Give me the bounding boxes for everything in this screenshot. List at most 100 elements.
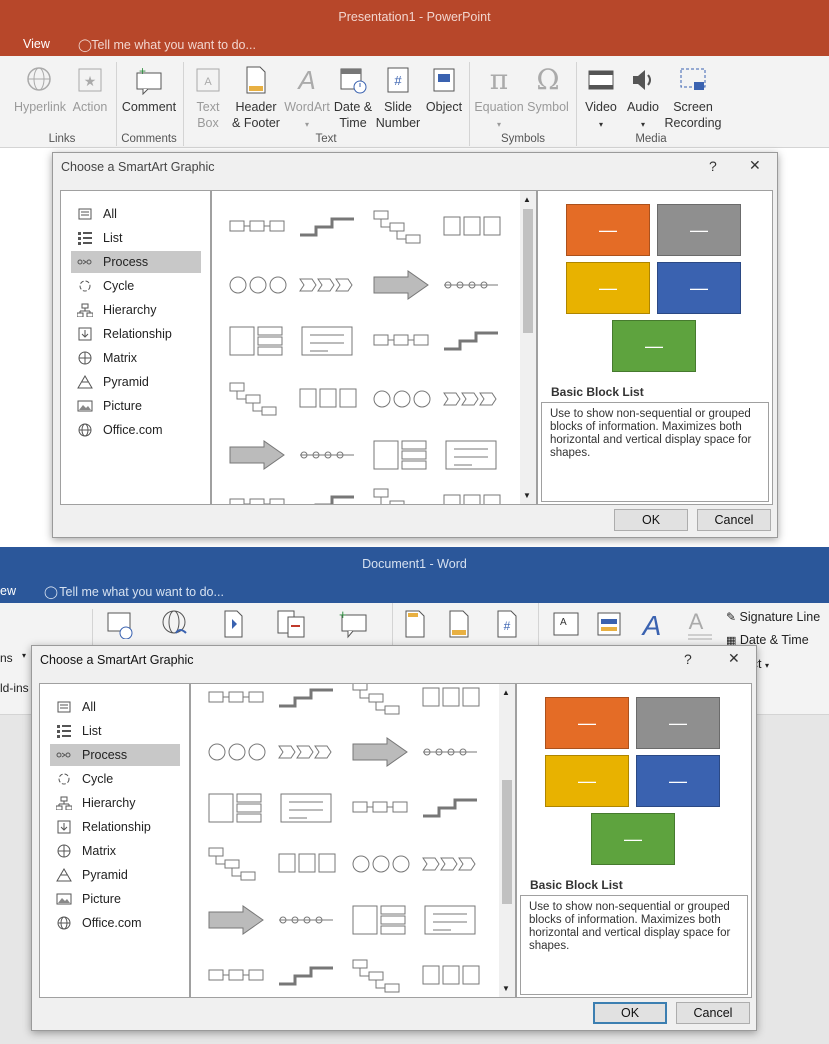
category-officecom[interactable]: Office.com — [71, 419, 201, 441]
close-icon[interactable]: ✕ — [749, 157, 761, 174]
smartart-layout-thumbnail[interactable] — [277, 958, 337, 994]
text-box-icon[interactable]: A — [552, 609, 580, 642]
quick-parts-icon[interactable] — [596, 609, 622, 642]
category-picture[interactable]: Picture — [50, 888, 180, 910]
equation-button[interactable]: π Equation ▾ — [474, 64, 524, 133]
comment-icon[interactable]: + — [336, 607, 370, 642]
category-cycle[interactable]: Cycle — [71, 275, 201, 297]
tab-view[interactable]: View — [23, 37, 50, 51]
help-icon[interactable]: ? — [684, 651, 692, 667]
date-time-button[interactable]: Date & Time — [332, 64, 374, 131]
smartart-layout-thumbnail[interactable] — [298, 209, 358, 245]
smartart-layout-thumbnail[interactable] — [421, 734, 481, 770]
signature-line-button[interactable]: ✎ Signature Line — [726, 610, 820, 624]
smartart-layout-thumbnail[interactable] — [442, 381, 502, 417]
smartart-layout-thumbnail[interactable] — [207, 902, 267, 938]
smartart-layout-thumbnail[interactable] — [351, 790, 411, 826]
gallery-scrollbar[interactable]: ▲ ▼ — [499, 684, 515, 997]
symbol-button[interactable]: Ω Symbol — [524, 64, 572, 115]
smartart-layout-thumbnail[interactable] — [228, 323, 288, 359]
category-all[interactable]: All — [50, 696, 180, 718]
category-hierarchy[interactable]: Hierarchy — [50, 792, 180, 814]
action-button[interactable]: ★ Action — [68, 64, 112, 115]
smartart-layout-thumbnail[interactable] — [277, 684, 337, 716]
smartart-layout-thumbnail[interactable] — [351, 846, 411, 882]
audio-button[interactable]: Audio ▾ — [622, 64, 664, 133]
smartart-layout-thumbnail[interactable] — [207, 684, 267, 716]
object-button[interactable]: Object — [422, 64, 466, 115]
scroll-up-icon[interactable]: ▲ — [523, 195, 531, 204]
close-icon[interactable]: ✕ — [728, 650, 740, 667]
scrollbar-thumb[interactable] — [502, 780, 512, 904]
video-button[interactable]: Video ▾ — [580, 64, 622, 133]
smartart-layout-thumbnail[interactable] — [298, 267, 358, 303]
smartart-layout-thumbnail[interactable] — [298, 437, 358, 473]
smartart-layout-thumbnail[interactable] — [372, 487, 432, 504]
smartart-layout-thumbnail[interactable] — [421, 790, 481, 826]
smartart-layout-thumbnail[interactable] — [351, 902, 411, 938]
smartart-layout-thumbnail[interactable] — [372, 267, 432, 303]
wordart-button[interactable]: A WordArt ▾ — [282, 64, 332, 133]
drop-cap-icon[interactable]: A — [686, 609, 714, 646]
category-list[interactable]: List — [50, 720, 180, 742]
smartart-layout-thumbnail[interactable] — [442, 487, 502, 504]
scroll-down-icon[interactable]: ▼ — [502, 984, 510, 993]
cancel-button[interactable]: Cancel — [697, 509, 771, 531]
smartart-layout-thumbnail[interactable] — [228, 267, 288, 303]
smartart-layout-thumbnail[interactable] — [207, 790, 267, 826]
scroll-up-icon[interactable]: ▲ — [502, 688, 510, 697]
scrollbar-thumb[interactable] — [523, 209, 533, 333]
smartart-layout-thumbnail[interactable] — [351, 734, 411, 770]
header-icon[interactable] — [404, 609, 428, 642]
wordart-icon[interactable]: A — [638, 609, 666, 642]
ok-button[interactable]: OK — [593, 1002, 667, 1024]
ok-button[interactable]: OK — [614, 509, 688, 531]
smartart-layout-thumbnail[interactable] — [298, 323, 358, 359]
smartart-layout-thumbnail[interactable] — [277, 734, 337, 770]
category-process[interactable]: Process — [50, 744, 180, 766]
smartart-layout-thumbnail[interactable] — [298, 381, 358, 417]
help-icon[interactable]: ? — [709, 158, 717, 174]
smartart-layout-thumbnail[interactable] — [421, 846, 481, 882]
smartart-layout-thumbnail[interactable] — [442, 437, 502, 473]
comment-button[interactable]: + Comment — [120, 64, 178, 115]
smartart-layout-thumbnail[interactable] — [351, 958, 411, 994]
smartart-layout-thumbnail[interactable] — [277, 902, 337, 938]
tell-me-box[interactable]: ◯ Tell me what you want to do... — [78, 37, 256, 52]
hyperlink-button[interactable]: Hyperlink — [12, 64, 68, 115]
video-icon[interactable] — [106, 609, 136, 642]
category-picture[interactable]: Picture — [71, 395, 201, 417]
category-matrix[interactable]: Matrix — [50, 840, 180, 862]
category-relationship[interactable]: Relationship — [71, 323, 201, 345]
smartart-layout-thumbnail[interactable] — [442, 267, 502, 303]
smartart-layout-thumbnail[interactable] — [298, 487, 358, 504]
category-process[interactable]: Process — [71, 251, 201, 273]
smartart-layout-thumbnail[interactable] — [277, 846, 337, 882]
smartart-layout-thumbnail[interactable] — [277, 790, 337, 826]
scroll-down-icon[interactable]: ▼ — [523, 491, 531, 500]
category-hierarchy[interactable]: Hierarchy — [71, 299, 201, 321]
category-list[interactable]: List — [71, 227, 201, 249]
smartart-layout-thumbnail[interactable] — [442, 323, 502, 359]
smartart-layout-thumbnail[interactable] — [228, 209, 288, 245]
smartart-layout-thumbnail[interactable] — [207, 846, 267, 882]
smartart-layout-thumbnail[interactable] — [228, 381, 288, 417]
smartart-layout-thumbnail[interactable] — [372, 323, 432, 359]
tell-me-box[interactable]: ◯ Tell me what you want to do... — [44, 584, 224, 599]
smartart-layout-thumbnail[interactable] — [421, 958, 481, 994]
smartart-layout-thumbnail[interactable] — [351, 684, 411, 716]
smartart-layout-thumbnail[interactable] — [228, 487, 288, 504]
smartart-layout-thumbnail[interactable] — [421, 684, 481, 716]
slide-number-button[interactable]: # Slide Number — [374, 64, 422, 131]
screen-recording-button[interactable]: Screen Recording — [664, 64, 722, 131]
footer-icon[interactable] — [448, 609, 472, 642]
text-box-button[interactable]: A Text Box — [186, 64, 230, 131]
category-cycle[interactable]: Cycle — [50, 768, 180, 790]
smartart-layout-thumbnail[interactable] — [372, 209, 432, 245]
smartart-layout-thumbnail[interactable] — [372, 381, 432, 417]
tab-view[interactable]: ew — [0, 584, 16, 598]
bookmark-icon[interactable] — [222, 609, 248, 642]
category-relationship[interactable]: Relationship — [50, 816, 180, 838]
hyperlink-icon[interactable] — [160, 609, 192, 642]
smartart-layout-thumbnail[interactable] — [207, 734, 267, 770]
